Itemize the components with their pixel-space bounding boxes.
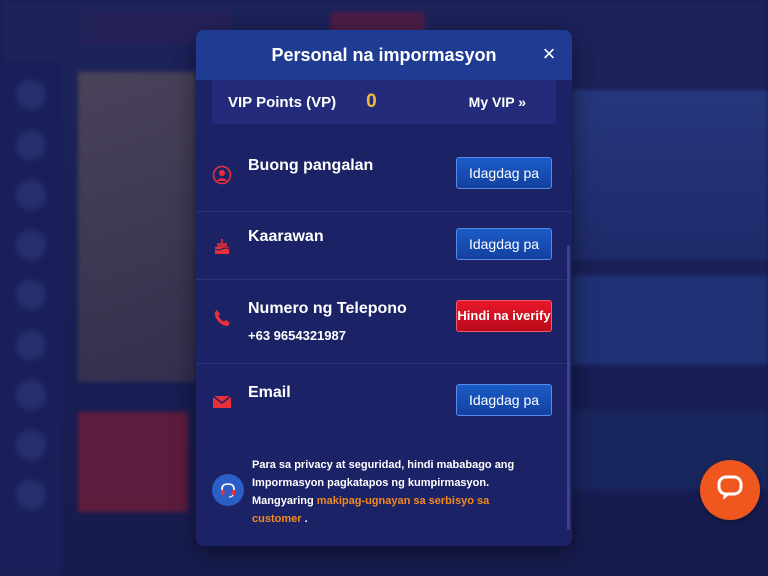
modal-title: Personal na impormasyon (271, 44, 497, 65)
live-chat-button[interactable] (700, 460, 760, 520)
my-vip-link[interactable]: My VIP » (469, 94, 526, 110)
field-row-email: Email Idagdag pa (196, 364, 572, 430)
phone-value: +63 9654321987 (248, 328, 346, 343)
chat-icon (715, 473, 745, 508)
privacy-notice-suffix: . (304, 513, 308, 525)
user-icon (210, 163, 234, 187)
add-full-name-button[interactable]: Idagdag pa (456, 157, 552, 189)
phone-unverified-button[interactable]: Hindi na iverify (456, 300, 552, 332)
vip-points-value: 0 (366, 91, 377, 112)
phone-icon (210, 306, 234, 330)
close-button[interactable]: × (538, 43, 560, 66)
vip-points-bar: VIP Points (VP) 0 My VIP » (212, 80, 556, 124)
vip-points-label: VIP Points (VP) (228, 93, 337, 111)
full-name-label: Buong pangalan (248, 157, 374, 174)
info-fields: Buong pangalan Idagdag pa Kaarawan Idagd… (196, 146, 572, 430)
birthday-label: Kaarawan (248, 228, 324, 245)
mail-icon (210, 390, 234, 414)
field-row-birthday: Kaarawan Idagdag pa (196, 212, 572, 280)
add-email-button[interactable]: Idagdag pa (456, 384, 552, 416)
cake-icon (210, 234, 234, 258)
add-birthday-button[interactable]: Idagdag pa (456, 228, 552, 260)
modal-header: Personal na impormasyon × (196, 30, 572, 80)
privacy-notice-text: Para sa privacy at seguridad, hindi maba… (252, 456, 522, 528)
phone-label: Numero ng Telepono (248, 300, 407, 317)
privacy-notice: Para sa privacy at seguridad, hindi maba… (212, 456, 522, 528)
headset-icon (212, 474, 244, 506)
email-label: Email (248, 384, 291, 401)
modal-scrollbar[interactable] (567, 245, 570, 530)
field-row-full-name: Buong pangalan Idagdag pa (196, 146, 572, 212)
personal-info-modal: Personal na impormasyon × VIP Points (VP… (196, 30, 572, 546)
field-row-phone: Numero ng Telepono +63 9654321987 Hindi … (196, 280, 572, 364)
